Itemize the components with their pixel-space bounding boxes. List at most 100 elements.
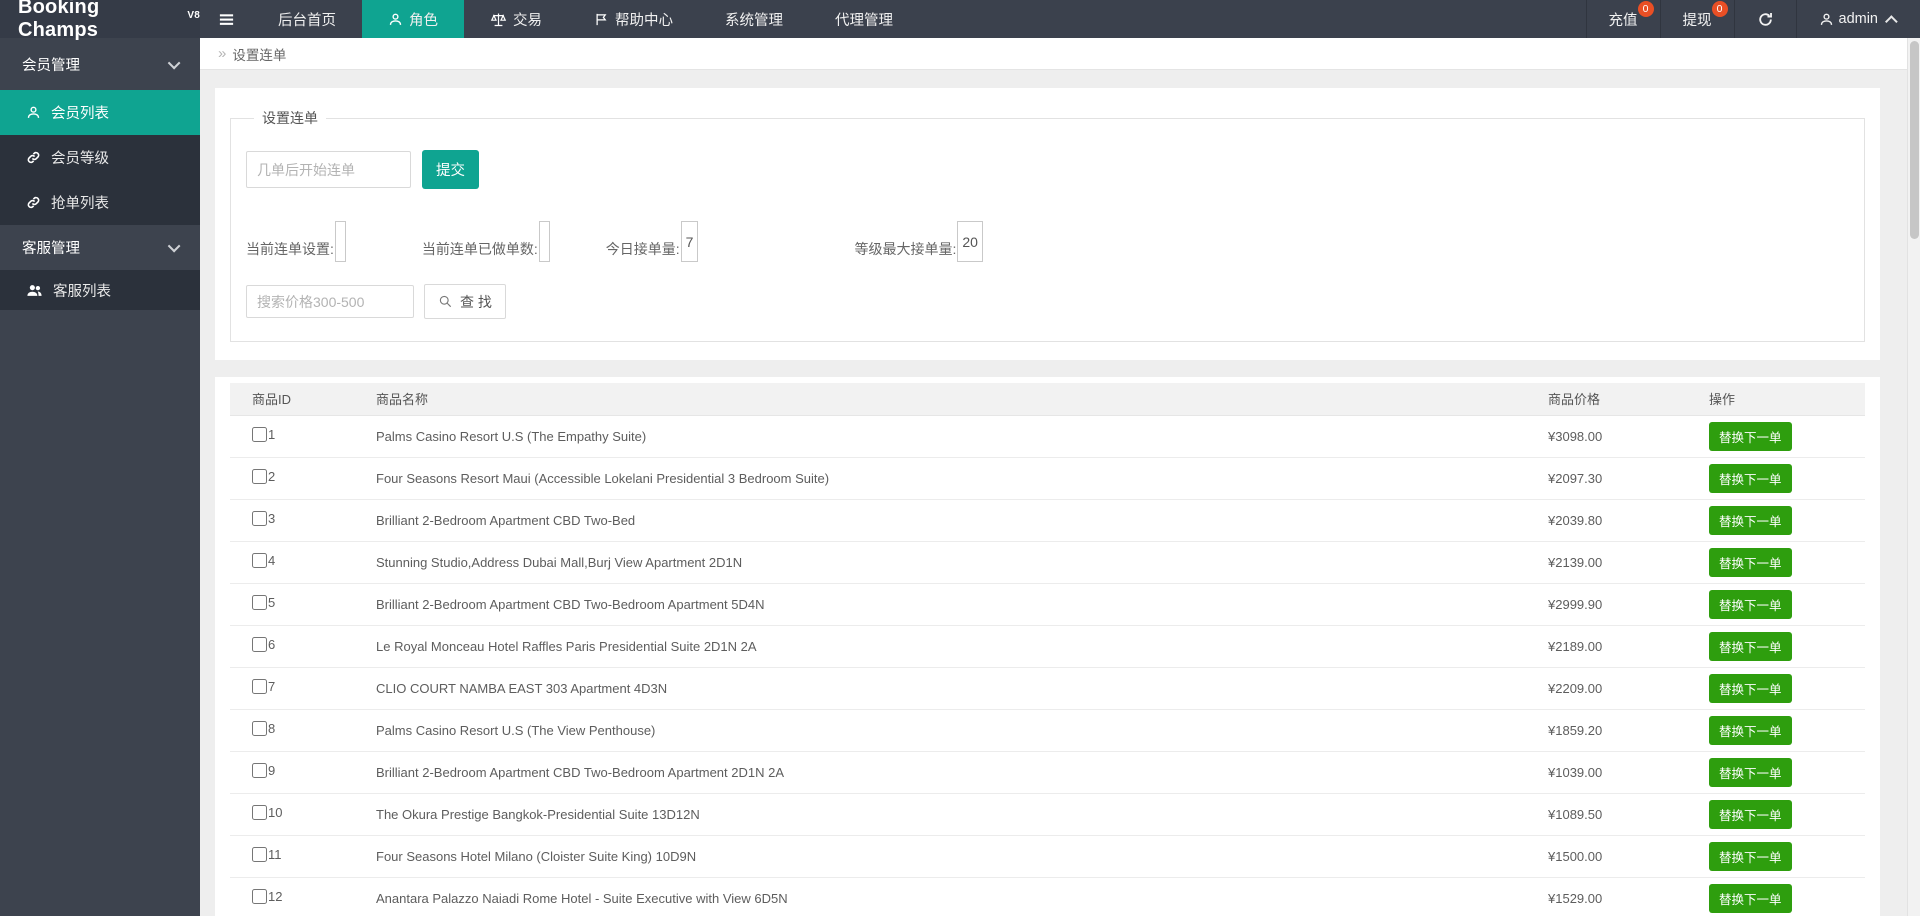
stats-row: 当前连单设置: 当前连单已做单数: 今日接单量: 7 等级最大接单量: 20 <box>246 221 1849 262</box>
row-checkbox[interactable] <box>252 553 267 568</box>
flag-icon <box>594 12 609 27</box>
row-checkbox[interactable] <box>252 889 267 904</box>
row-select[interactable]: 9 <box>252 763 275 778</box>
product-id: 6 <box>268 637 276 652</box>
chain-order-count-input[interactable] <box>246 151 411 188</box>
product-id: 4 <box>268 553 276 568</box>
replace-next-order-button[interactable]: 替换下一单 <box>1709 463 1792 493</box>
chevron-up-icon <box>1885 14 1898 28</box>
row-checkbox[interactable] <box>252 511 267 526</box>
product-price: ¥2097.30 <box>1548 470 1603 486</box>
product-price: ¥1500.00 <box>1548 848 1603 864</box>
product-table-body: 1 Palms Casino Resort U.S (The Empathy S… <box>230 415 1865 916</box>
row-checkbox[interactable] <box>252 805 267 820</box>
row-select[interactable]: 3 <box>252 511 275 526</box>
submit-button[interactable]: 提交 <box>422 150 479 189</box>
table-row: 2 Four Seasons Resort Maui (Accessible L… <box>230 457 1865 500</box>
price-search-input[interactable] <box>246 285 414 318</box>
product-name: Le Royal Monceau Hotel Raffles Paris Pre… <box>376 638 757 654</box>
replace-next-order-button[interactable]: 替换下一单 <box>1709 883 1792 913</box>
product-id: 5 <box>268 595 276 610</box>
chain-order-fieldset: 设置连单 提交 当前连单设置: 当前连单已做单数: 今日接单量: 7 <box>230 108 1865 342</box>
scrollbar-thumb[interactable] <box>1910 41 1919 239</box>
row-checkbox[interactable] <box>252 427 267 442</box>
nav-item-transactions[interactable]: 交易 <box>464 0 568 38</box>
replace-next-order-button[interactable]: 替换下一单 <box>1709 673 1792 703</box>
row-checkbox[interactable] <box>252 679 267 694</box>
sidebar-item-member-list[interactable]: 会员列表 <box>0 90 200 135</box>
replace-next-order-button[interactable]: 替换下一单 <box>1709 421 1792 451</box>
sidebar-item-member-level[interactable]: 会员等级 <box>0 135 200 180</box>
product-name: Anantara Palazzo Naiadi Rome Hotel - Sui… <box>376 890 788 906</box>
product-id: 9 <box>268 763 276 778</box>
find-button[interactable]: 查 找 <box>424 284 506 319</box>
nav-right: 充值 0 提现 0 admin <box>1585 0 1920 38</box>
nav-item-system[interactable]: 系统管理 <box>699 0 809 38</box>
replace-next-order-button[interactable]: 替换下一单 <box>1709 841 1792 871</box>
replace-next-order-button[interactable]: 替换下一单 <box>1709 505 1792 535</box>
row-checkbox[interactable] <box>252 595 267 610</box>
row-select[interactable]: 11 <box>252 847 282 862</box>
brand-name: Booking Champs <box>18 0 100 41</box>
hamburger-icon <box>218 11 235 28</box>
replace-next-order-button[interactable]: 替换下一单 <box>1709 589 1792 619</box>
row-select[interactable]: 6 <box>252 637 275 652</box>
table-row: 4 Stunning Studio,Address Dubai Mall,Bur… <box>230 541 1865 584</box>
main-content: 设置连单 提交 当前连单设置: 当前连单已做单数: 今日接单量: 7 <box>200 70 1920 916</box>
nav-item-dashboard[interactable]: 后台首页 <box>252 0 362 38</box>
withdraw-button[interactable]: 提现 0 <box>1659 0 1734 38</box>
product-id: 12 <box>268 889 283 904</box>
row-select[interactable]: 10 <box>252 805 282 820</box>
row-checkbox[interactable] <box>252 721 267 736</box>
row-select[interactable]: 8 <box>252 721 275 736</box>
sidebar-group-member-management[interactable]: 会员管理 <box>0 38 200 90</box>
product-id: 10 <box>268 805 283 820</box>
row-select[interactable]: 1 <box>252 427 275 442</box>
row-checkbox[interactable] <box>252 469 267 484</box>
product-id: 11 <box>268 847 282 862</box>
row-select[interactable]: 4 <box>252 553 275 568</box>
admin-username: admin <box>1838 11 1879 27</box>
product-id: 2 <box>268 469 276 484</box>
sidebar-group-service-management[interactable]: 客服管理 <box>0 225 200 270</box>
nav-item-roles[interactable]: 角色 <box>362 0 464 38</box>
product-id: 1 <box>268 427 276 442</box>
refresh-button[interactable] <box>1733 0 1796 38</box>
replace-next-order-button[interactable]: 替换下一单 <box>1709 715 1792 745</box>
chevron-down-icon <box>167 56 181 69</box>
row-select[interactable]: 7 <box>252 679 275 694</box>
table-row: 8 Palms Casino Resort U.S (The View Pent… <box>230 709 1865 752</box>
row-checkbox[interactable] <box>252 847 267 862</box>
replace-next-order-button[interactable]: 替换下一单 <box>1709 799 1792 829</box>
product-name: Palms Casino Resort U.S (The Empathy Sui… <box>376 428 647 444</box>
table-row: 12 Anantara Palazzo Naiadi Rome Hotel - … <box>230 877 1865 916</box>
recharge-badge: 0 <box>1637 1 1654 17</box>
product-name: Brilliant 2-Bedroom Apartment CBD Two-Be… <box>376 512 636 528</box>
replace-next-order-button[interactable]: 替换下一单 <box>1709 757 1792 787</box>
sidebar-item-grab-order-list[interactable]: 抢单列表 <box>0 180 200 225</box>
row-checkbox[interactable] <box>252 637 267 652</box>
replace-next-order-button[interactable]: 替换下一单 <box>1709 547 1792 577</box>
nav-item-help-center[interactable]: 帮助中心 <box>568 0 699 38</box>
sidebar: 会员管理 会员列表 会员等级 抢单列表 客服管理 客服列表 <box>0 38 200 916</box>
sidebar-item-service-list[interactable]: 客服列表 <box>0 270 200 310</box>
replace-next-order-button[interactable]: 替换下一单 <box>1709 631 1792 661</box>
nav-item-agent[interactable]: 代理管理 <box>809 0 919 38</box>
product-price: ¥1039.00 <box>1548 764 1603 780</box>
nav-menu: 后台首页 角色 交易 帮助中心 系统管理 代理管理 <box>252 0 919 38</box>
product-name: Brilliant 2-Bedroom Apartment CBD Two-Be… <box>376 596 765 612</box>
sidebar-submenu-service: 客服列表 <box>0 270 200 310</box>
row-select[interactable]: 2 <box>252 469 275 484</box>
recharge-button[interactable]: 充值 0 <box>1585 0 1660 38</box>
row-select[interactable]: 5 <box>252 595 275 610</box>
vertical-scrollbar[interactable] <box>1907 38 1920 916</box>
sidebar-toggle-button[interactable] <box>200 0 252 38</box>
user-icon <box>388 12 403 27</box>
product-price: ¥1089.50 <box>1548 806 1603 822</box>
breadcrumb: » 设置连单 <box>200 38 1920 70</box>
admin-menu[interactable]: admin <box>1795 0 1920 38</box>
row-select[interactable]: 12 <box>252 889 282 904</box>
row-checkbox[interactable] <box>252 763 267 778</box>
stat-today-orders: 今日接单量: 7 <box>606 221 699 262</box>
user-icon <box>1819 12 1834 27</box>
